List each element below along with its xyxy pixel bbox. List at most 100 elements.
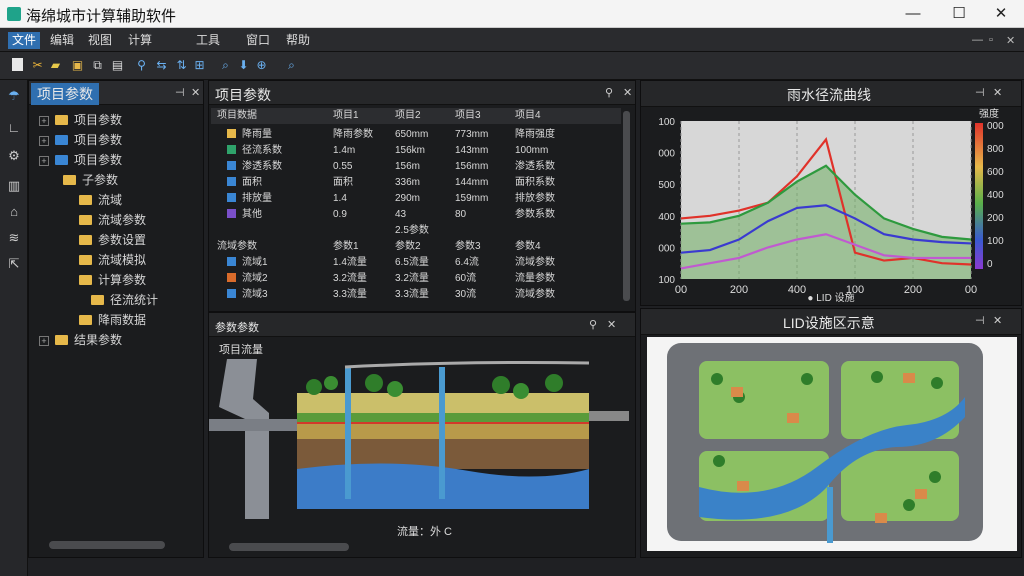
tree-horizontal-scrollbar[interactable]: [49, 541, 165, 549]
diagram-panel-header: 参数参数 ⚲ ✕: [209, 313, 635, 337]
cell-text: 6.5流量: [395, 257, 429, 268]
cell-text: 1.4m: [333, 145, 356, 156]
tree-item[interactable]: 降雨数据: [79, 311, 146, 329]
close-button[interactable]: ✕: [986, 4, 1016, 24]
close-icon[interactable]: ✕: [607, 318, 616, 331]
search-icon[interactable]: ⌕: [218, 58, 233, 73]
cell-text: 43: [395, 209, 407, 220]
zoom-icon[interactable]: ⌕: [284, 58, 299, 73]
distribute-icon[interactable]: ⇅: [174, 58, 189, 73]
zoom-in-icon[interactable]: ⊕: [254, 58, 269, 73]
grid-icon[interactable]: ⊞: [192, 58, 207, 73]
expand-icon[interactable]: +: [39, 136, 49, 146]
cell-text: 其他: [242, 209, 262, 220]
color-swatch-icon: [227, 145, 236, 154]
pin-icon[interactable]: ⊣: [175, 86, 185, 99]
cell-text: 156m: [395, 161, 421, 172]
bar-chart-icon[interactable]: ▥: [6, 178, 22, 194]
paste-icon[interactable]: ▤: [110, 58, 125, 73]
expand-icon[interactable]: +: [39, 116, 49, 126]
table-cell: 6.4流: [455, 255, 479, 270]
y-tick-label: 500: [658, 180, 675, 191]
maximize-button[interactable]: ☐: [944, 4, 974, 24]
cell-text: 1.4流量: [333, 257, 367, 268]
menu-help[interactable]: 帮助: [282, 32, 314, 49]
tree-item[interactable]: 流域模拟: [79, 251, 146, 269]
grid-vertical-scrollbar[interactable]: [623, 111, 630, 301]
project-icon[interactable]: ☂: [6, 88, 22, 104]
menu-compute[interactable]: 计算: [124, 32, 156, 49]
app-icon: [7, 7, 21, 21]
tree-item[interactable]: + 项目参数: [39, 131, 122, 149]
title-bar: 海绵城市计算辅助软件 — ☐ ✕: [0, 0, 1024, 28]
export-icon[interactable]: ⇱: [6, 256, 22, 272]
table-cell: 144mm: [455, 175, 488, 190]
color-swatch-icon: [227, 161, 236, 170]
close-icon[interactable]: ✕: [993, 86, 1002, 99]
lid-map-panel: LID设施区示意 ⊣ ✕: [640, 308, 1022, 558]
tree-item[interactable]: 流域参数: [79, 211, 146, 229]
mdi-close-button[interactable]: ✕: [1006, 34, 1015, 47]
tree-item[interactable]: 子参数: [63, 171, 118, 189]
pin-icon[interactable]: ⚲: [589, 318, 597, 331]
pin-icon[interactable]: ⚲: [605, 86, 613, 99]
cell-text: 0.55: [333, 161, 353, 172]
download-icon[interactable]: ⬇: [236, 58, 251, 73]
mdi-minimize-button[interactable]: —: [972, 34, 983, 46]
tree-item[interactable]: 计算参数: [79, 271, 146, 289]
folder-icon: [79, 255, 92, 265]
menu-edit[interactable]: 编辑: [46, 32, 78, 49]
menu-bar: 文件 编辑 视图 计算 工具 窗口 帮助 — ▫ ✕: [0, 28, 1024, 52]
close-icon[interactable]: ✕: [623, 86, 632, 99]
new-file-icon[interactable]: [12, 58, 23, 71]
cell-text: 流域参数: [515, 257, 555, 268]
color-scale-label: 0: [987, 259, 993, 270]
mdi-restore-button[interactable]: ▫: [989, 34, 993, 46]
x-tick-label: 200: [730, 284, 748, 296]
cell-text: 156mm: [455, 161, 489, 172]
cell-text: 流域3: [242, 289, 268, 300]
menu-view[interactable]: 视图: [84, 32, 116, 49]
tree-item[interactable]: 流域: [79, 191, 122, 209]
menu-tools[interactable]: 工具: [192, 32, 224, 49]
table-cell: 3.2流量: [333, 271, 367, 286]
y-tick-label: 100: [658, 117, 675, 128]
axis-icon[interactable]: ∟: [6, 120, 22, 136]
tree-item[interactable]: + 项目参数: [39, 151, 122, 169]
layers-icon[interactable]: ≋: [6, 230, 22, 246]
copy-icon[interactable]: ⧉: [90, 58, 105, 73]
home-icon[interactable]: ⌂: [6, 204, 22, 220]
folder-icon: [55, 135, 68, 145]
table-cell: 80: [455, 207, 466, 222]
tree-item[interactable]: 径流统计: [91, 291, 158, 309]
close-icon[interactable]: ✕: [191, 86, 200, 99]
tree-panel-title: 项目参数: [31, 83, 99, 105]
settings-icon[interactable]: ⚙: [6, 148, 22, 164]
align-icon[interactable]: ⇆: [154, 58, 169, 73]
table-cell: 1.4m: [333, 143, 355, 158]
soil-cross-section: [209, 359, 629, 519]
open-folder-icon[interactable]: ▰: [48, 58, 63, 73]
table-cell: 6.5流量: [395, 255, 429, 270]
pin-icon[interactable]: ⊣: [975, 86, 985, 99]
layer-icon[interactable]: ⚲: [134, 58, 149, 73]
table-cell: 650mm: [395, 127, 428, 142]
save-icon[interactable]: ▣: [70, 58, 85, 73]
minimize-button[interactable]: —: [898, 4, 928, 24]
pin-icon[interactable]: ⊣: [975, 314, 985, 327]
cell-text: 参数3: [455, 241, 481, 252]
diagram-horizontal-scrollbar[interactable]: [229, 543, 349, 551]
tree-item[interactable]: 参数设置: [79, 231, 146, 249]
x-tick-label: 400: [788, 284, 806, 296]
cell-text: 3.2流量: [395, 273, 429, 284]
menu-window[interactable]: 窗口: [242, 32, 274, 49]
tree-item[interactable]: + 项目参数: [39, 111, 122, 129]
cut-icon[interactable]: ✂: [30, 58, 45, 73]
close-icon[interactable]: ✕: [993, 314, 1002, 327]
folder-icon: [79, 215, 92, 225]
table-cell: 336m: [395, 175, 420, 190]
menu-file[interactable]: 文件: [8, 32, 41, 49]
tree-item[interactable]: + 结果参数: [39, 331, 122, 349]
expand-icon[interactable]: +: [39, 156, 49, 166]
expand-icon[interactable]: +: [39, 336, 49, 346]
